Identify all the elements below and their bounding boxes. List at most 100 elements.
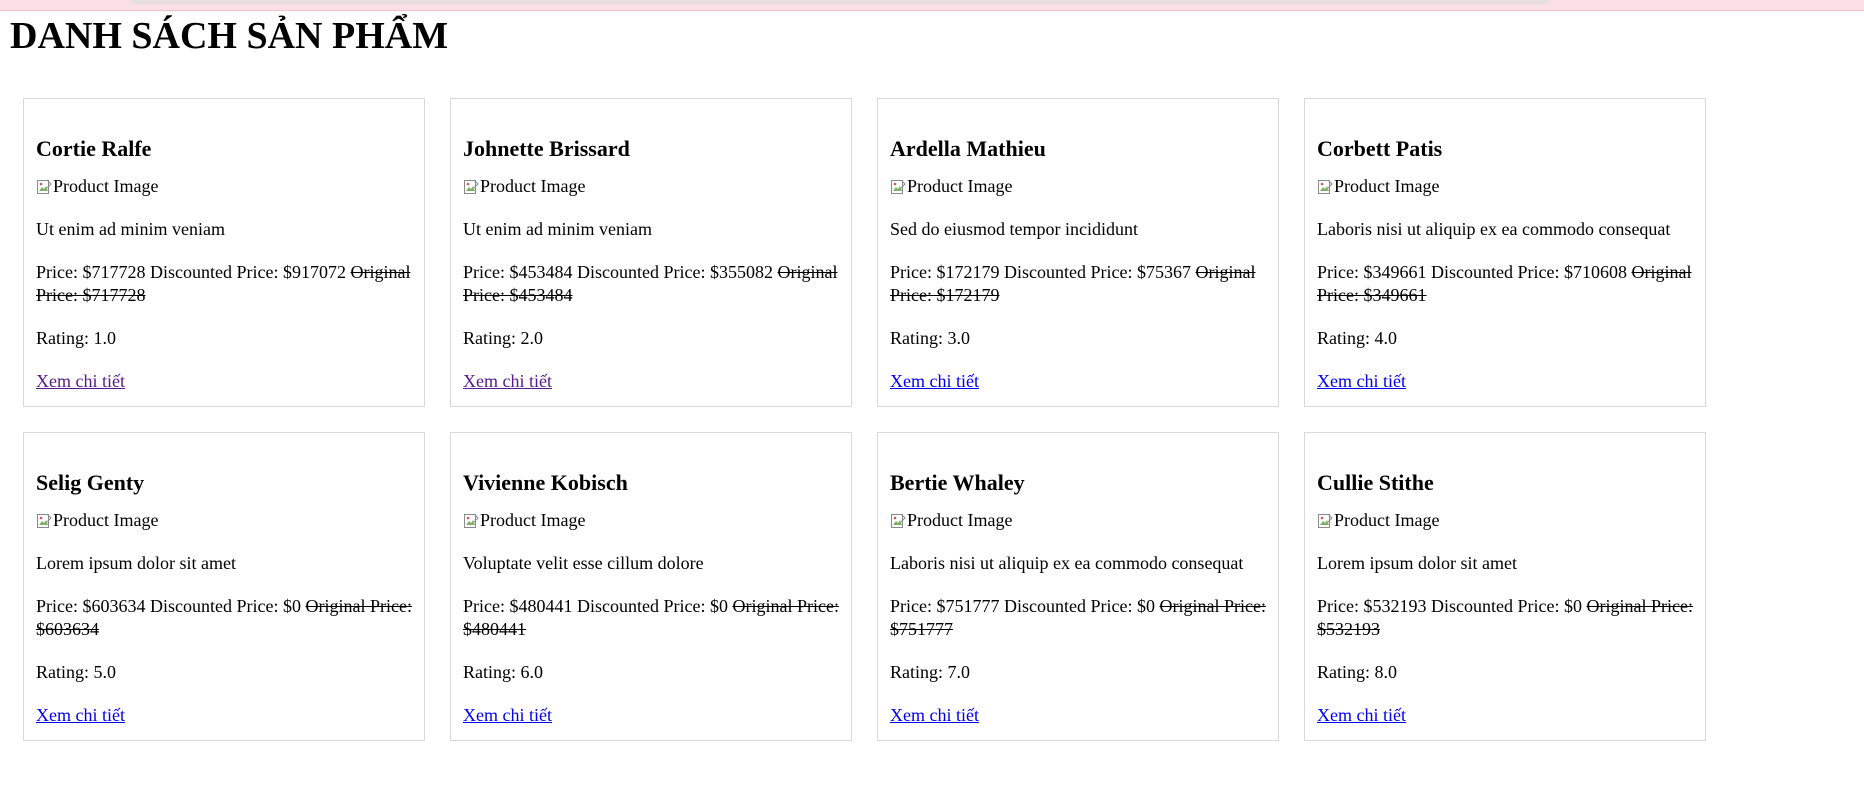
discounted-price-label: Discounted Price: $	[999, 262, 1146, 282]
view-detail-link[interactable]: Xem chi tiết	[1317, 704, 1406, 727]
product-image: Product Image	[890, 175, 1012, 198]
rating-value: 1.0	[93, 328, 117, 348]
product-rating: Rating: 5.0	[36, 661, 412, 684]
discounted-price-label: Discounted Price: $	[1426, 262, 1573, 282]
product-rating: Rating: 1.0	[36, 327, 412, 350]
rating-value: 2.0	[520, 328, 544, 348]
original-price-value: 751777	[899, 619, 953, 639]
price-label: Price: $	[1317, 596, 1373, 616]
product-rating: Rating: 3.0	[890, 327, 1266, 350]
rating-value: 7.0	[947, 662, 971, 682]
price-value: 453484	[518, 262, 573, 282]
product-image-alt-text: Product Image	[907, 176, 1013, 196]
rating-label: Rating:	[36, 662, 94, 682]
product-image: Product Image	[1317, 175, 1439, 198]
broken-image-icon	[36, 179, 52, 195]
original-price-value: 717728	[91, 285, 146, 305]
product-card: Vivienne Kobisch Product Image Voluptate…	[450, 432, 852, 741]
view-detail-link[interactable]: Xem chi tiết	[890, 370, 979, 393]
original-price-value: 532193	[1326, 619, 1380, 639]
rating-label: Rating:	[36, 328, 94, 348]
product-price-block: Price: $717728 Discounted Price: $917072…	[36, 261, 412, 307]
broken-image-icon	[463, 179, 479, 195]
price-value: 717728	[91, 262, 146, 282]
product-rating: Rating: 8.0	[1317, 661, 1693, 684]
price-label: Price: $	[36, 262, 92, 282]
broken-image-icon	[463, 513, 479, 529]
price-value: 172179	[945, 262, 1000, 282]
view-detail-link[interactable]: Xem chi tiết	[36, 704, 125, 727]
discounted-price-label: Discounted Price: $	[572, 596, 719, 616]
price-value: 349661	[1372, 262, 1427, 282]
product-description: Voluptate velit esse cillum dolore	[463, 553, 704, 573]
rating-value: 3.0	[947, 328, 971, 348]
discounted-price-label: Discounted Price: $	[572, 262, 719, 282]
price-label: Price: $	[463, 596, 519, 616]
original-price-value: 453484	[518, 285, 573, 305]
discounted-price-value: 0	[291, 596, 301, 616]
product-image: Product Image	[890, 509, 1012, 532]
price-label: Price: $	[890, 262, 946, 282]
product-name: Corbett Patis	[1317, 136, 1443, 161]
discounted-price-value: 917072	[291, 262, 346, 282]
original-price-value: 349661	[1372, 285, 1427, 305]
view-detail-link[interactable]: Xem chi tiết	[890, 704, 979, 727]
product-image-alt-text: Product Image	[1334, 510, 1440, 530]
price-value: 603634	[91, 596, 146, 616]
product-rating: Rating: 7.0	[890, 661, 1266, 684]
product-card: Johnette Brissard Product Image Ut enim …	[450, 98, 852, 407]
product-price-block: Price: $172179 Discounted Price: $75367 …	[890, 261, 1266, 307]
rating-label: Rating:	[1317, 662, 1375, 682]
rating-value: 4.0	[1374, 328, 1398, 348]
product-name: Bertie Whaley	[890, 470, 1025, 495]
page-title: DANH SÁCH SẢN PHẨM	[10, 15, 449, 57]
product-price-block: Price: $453484 Discounted Price: $355082…	[463, 261, 839, 307]
product-description: Ut enim ad minim veniam	[36, 219, 225, 239]
price-label: Price: $	[1317, 262, 1373, 282]
discounted-price-value: 0	[1145, 596, 1155, 616]
product-price-block: Price: $480441 Discounted Price: $0 Orig…	[463, 595, 839, 641]
price-label: Price: $	[36, 596, 92, 616]
product-description: Ut enim ad minim veniam	[463, 219, 652, 239]
product-price-block: Price: $532193 Discounted Price: $0 Orig…	[1317, 595, 1693, 641]
view-detail-link[interactable]: Xem chi tiết	[463, 704, 552, 727]
product-image-alt-text: Product Image	[1334, 176, 1440, 196]
discounted-price-value: 0	[718, 596, 728, 616]
product-rating: Rating: 4.0	[1317, 327, 1693, 350]
product-name: Vivienne Kobisch	[463, 470, 628, 495]
broken-image-icon	[36, 513, 52, 529]
broken-image-icon	[890, 179, 906, 195]
rating-label: Rating:	[1317, 328, 1375, 348]
product-card: Cortie Ralfe Product Image Ut enim ad mi…	[23, 98, 425, 407]
discounted-price-label: Discounted Price: $	[999, 596, 1146, 616]
rating-value: 5.0	[93, 662, 117, 682]
rating-label: Rating:	[890, 662, 948, 682]
product-card: Corbett Patis Product Image Laboris nisi…	[1304, 98, 1706, 407]
product-description: Lorem ipsum dolor sit amet	[36, 553, 236, 573]
broken-image-icon	[1317, 513, 1333, 529]
product-image-alt-text: Product Image	[480, 176, 586, 196]
view-detail-link[interactable]: Xem chi tiết	[463, 370, 552, 393]
product-price-block: Price: $603634 Discounted Price: $0 Orig…	[36, 595, 412, 641]
price-value: 751777	[945, 596, 1000, 616]
product-description: Laboris nisi ut aliquip ex ea commodo co…	[1317, 219, 1671, 239]
product-image: Product Image	[463, 509, 585, 532]
product-image-alt-text: Product Image	[53, 510, 159, 530]
rating-value: 6.0	[520, 662, 544, 682]
browser-top-strip	[0, 0, 1864, 11]
product-image: Product Image	[36, 175, 158, 198]
price-label: Price: $	[890, 596, 946, 616]
discounted-price-value: 75367	[1145, 262, 1191, 282]
product-name: Ardella Mathieu	[890, 136, 1046, 161]
rating-label: Rating:	[463, 662, 521, 682]
rating-value: 8.0	[1374, 662, 1398, 682]
product-description: Laboris nisi ut aliquip ex ea commodo co…	[890, 553, 1244, 573]
view-detail-link[interactable]: Xem chi tiết	[36, 370, 125, 393]
browser-top-strip-bar	[130, 0, 1550, 5]
price-value: 480441	[518, 596, 573, 616]
product-grid: Cortie Ralfe Product Image Ut enim ad mi…	[23, 98, 1706, 741]
view-detail-link[interactable]: Xem chi tiết	[1317, 370, 1406, 393]
discounted-price-label: Discounted Price: $	[1426, 596, 1573, 616]
product-description: Lorem ipsum dolor sit amet	[1317, 553, 1517, 573]
product-image-alt-text: Product Image	[53, 176, 159, 196]
